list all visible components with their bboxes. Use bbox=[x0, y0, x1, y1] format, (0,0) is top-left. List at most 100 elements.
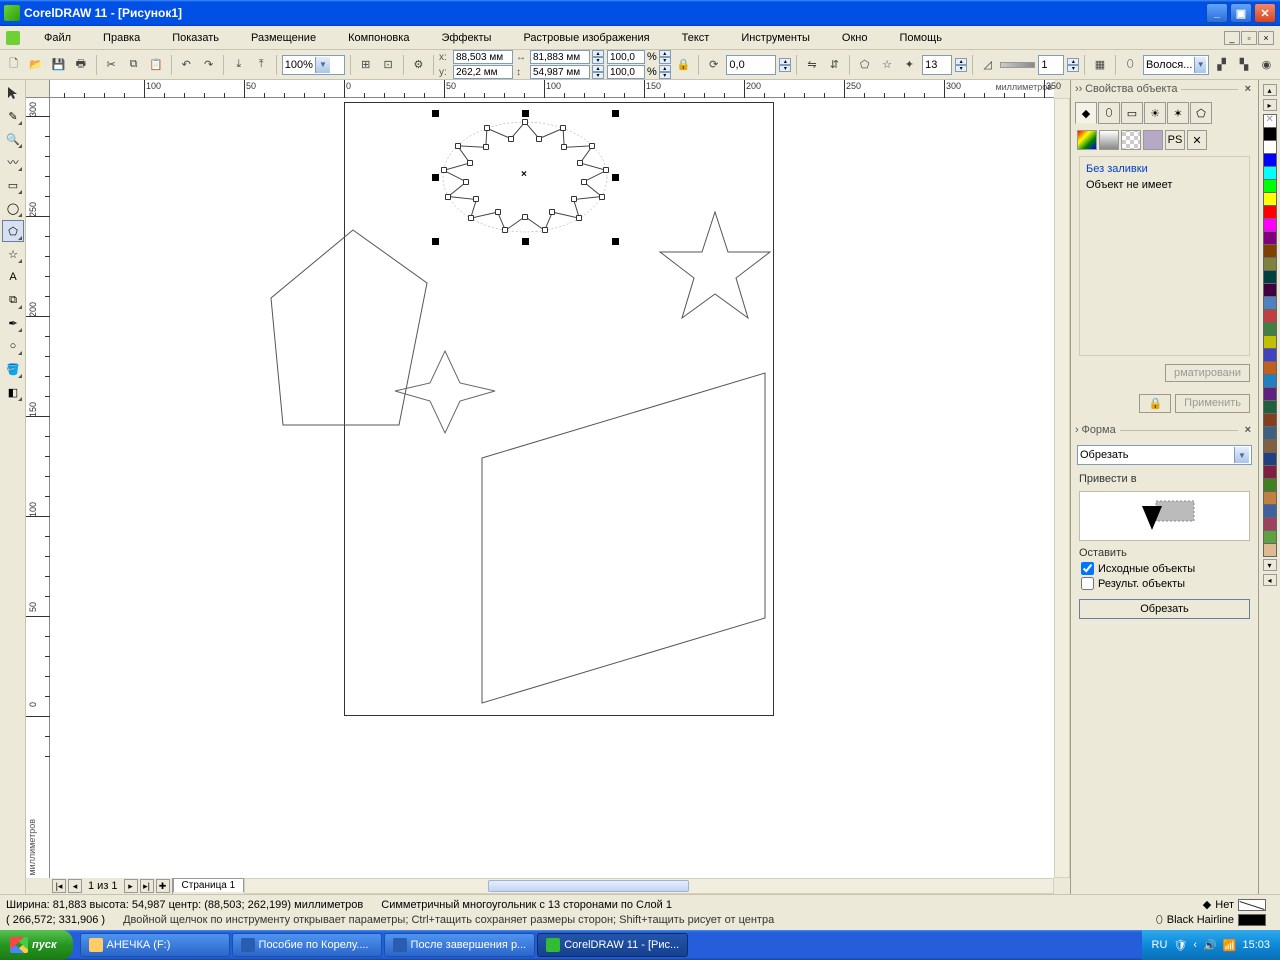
ruler-horizontal[interactable]: миллиметров 10050050100150200250300350 bbox=[50, 80, 1054, 98]
export-icon[interactable]: ⤒ bbox=[252, 54, 271, 76]
to-front-icon[interactable]: ▞ bbox=[1212, 54, 1231, 76]
redo-icon[interactable]: ↷ bbox=[199, 54, 218, 76]
mirror-h-icon[interactable]: ⇋ bbox=[802, 54, 821, 76]
color-swatch[interactable] bbox=[1263, 400, 1277, 414]
horizontal-scrollbar[interactable] bbox=[244, 878, 1054, 894]
interactive-fill-tool[interactable]: ◧ bbox=[2, 381, 24, 403]
star2-icon[interactable]: ✦ bbox=[900, 54, 919, 76]
star-icon[interactable]: ☆ bbox=[877, 54, 896, 76]
vertical-scrollbar[interactable] bbox=[1054, 98, 1070, 878]
color-swatch[interactable] bbox=[1263, 543, 1277, 557]
color-swatch[interactable] bbox=[1263, 296, 1277, 310]
sharpness-input[interactable] bbox=[1038, 55, 1064, 75]
add-page-button[interactable]: ✚ bbox=[156, 879, 170, 893]
menu-help[interactable]: Помощь bbox=[883, 29, 958, 47]
color-swatch[interactable] bbox=[1263, 309, 1277, 323]
tab-fill[interactable]: ◆ bbox=[1075, 102, 1097, 124]
snap-icon[interactable]: ⊞ bbox=[356, 54, 375, 76]
pick-tool[interactable] bbox=[2, 82, 24, 104]
tab-internet[interactable]: ✶ bbox=[1167, 102, 1189, 124]
start-button[interactable]: пуск bbox=[0, 930, 73, 960]
rotation-input[interactable] bbox=[726, 55, 776, 75]
snap2-icon[interactable]: ⊡ bbox=[378, 54, 397, 76]
menu-arrange[interactable]: Компоновка bbox=[332, 29, 425, 47]
print-icon[interactable]: 🖶 bbox=[71, 54, 90, 76]
color-swatch[interactable] bbox=[1263, 270, 1277, 284]
tray-icon-1[interactable]: 🛡 bbox=[1173, 939, 1187, 952]
first-page-button[interactable]: |◂ bbox=[52, 879, 66, 893]
polygon-icon[interactable]: ⬠ bbox=[855, 54, 874, 76]
last-page-button[interactable]: ▸| bbox=[140, 879, 154, 893]
lock-ratio-icon[interactable]: 🔒 bbox=[674, 54, 693, 76]
color-swatch[interactable] bbox=[1263, 348, 1277, 362]
apply-button[interactable]: Применить bbox=[1175, 394, 1250, 413]
tab-outline[interactable]: ⬯ bbox=[1098, 102, 1120, 124]
menu-view[interactable]: Показать bbox=[156, 29, 235, 47]
color-swatch[interactable] bbox=[1263, 218, 1277, 232]
convert-icon[interactable]: ◉ bbox=[1257, 54, 1276, 76]
color-swatch[interactable] bbox=[1263, 374, 1277, 388]
color-swatch[interactable] bbox=[1263, 465, 1277, 479]
to-back-icon[interactable]: ▚ bbox=[1234, 54, 1253, 76]
color-swatch[interactable] bbox=[1263, 244, 1277, 258]
color-swatch[interactable] bbox=[1263, 140, 1277, 154]
tray-icon-3[interactable]: 🔊 bbox=[1203, 939, 1217, 952]
ellipse-tool[interactable]: ◯ bbox=[2, 197, 24, 219]
paste-icon[interactable]: 📋 bbox=[146, 54, 165, 76]
outline-combo[interactable]: Волося...▼ bbox=[1143, 55, 1209, 75]
menu-edit[interactable]: Правка bbox=[87, 29, 156, 47]
y-input[interactable] bbox=[453, 65, 513, 79]
text-tool[interactable]: A bbox=[2, 266, 24, 288]
mdi-restore-button[interactable]: ▫ bbox=[1241, 31, 1257, 45]
fill-color-btn[interactable] bbox=[1077, 130, 1097, 150]
fill-tool[interactable]: 🪣 bbox=[2, 358, 24, 380]
mdi-minimize-button[interactable]: _ bbox=[1224, 31, 1240, 45]
color-swatch[interactable] bbox=[1263, 413, 1277, 427]
task-2[interactable]: Пособие по Корелу.... bbox=[232, 933, 382, 957]
cut-icon[interactable]: ✂ bbox=[101, 54, 120, 76]
color-swatch[interactable] bbox=[1263, 153, 1277, 167]
palette-expand-button[interactable]: ◂ bbox=[1263, 574, 1277, 586]
color-swatch[interactable] bbox=[1263, 426, 1277, 440]
color-swatch[interactable] bbox=[1263, 166, 1277, 180]
w-input[interactable] bbox=[530, 50, 590, 64]
canvas[interactable]: × bbox=[50, 98, 1054, 878]
color-swatch[interactable] bbox=[1263, 387, 1277, 401]
fill-none-btn[interactable]: ✕ bbox=[1187, 130, 1207, 150]
task-1[interactable]: АНЕЧКА (F:) bbox=[80, 933, 230, 957]
status-fill-swatch[interactable] bbox=[1238, 899, 1266, 911]
freehand-tool[interactable]: 〰 bbox=[2, 151, 24, 173]
shape-tool[interactable]: ✎ bbox=[2, 105, 24, 127]
tray-icon-4[interactable]: 📶 bbox=[1223, 939, 1237, 952]
color-swatch[interactable] bbox=[1263, 478, 1277, 492]
swatch-none[interactable] bbox=[1263, 114, 1277, 128]
menu-bitmaps[interactable]: Растровые изображения bbox=[507, 29, 665, 47]
menu-effects[interactable]: Эффекты bbox=[425, 29, 507, 47]
polygon-tool[interactable]: ⬠ bbox=[2, 220, 24, 242]
menu-text[interactable]: Текст bbox=[666, 29, 726, 47]
copy-icon[interactable]: ⧉ bbox=[124, 54, 143, 76]
shape-op-combo[interactable]: Обрезать▼ bbox=[1077, 445, 1252, 465]
task-4[interactable]: CorelDRAW 11 - [Рис... bbox=[537, 933, 688, 957]
new-icon[interactable]: 🗋 bbox=[4, 54, 23, 76]
color-swatch[interactable] bbox=[1263, 530, 1277, 544]
status-outline-swatch[interactable] bbox=[1238, 914, 1266, 926]
color-swatch[interactable] bbox=[1263, 452, 1277, 466]
close-docker-button[interactable]: × bbox=[1242, 83, 1254, 95]
fill-texture-btn[interactable] bbox=[1143, 130, 1163, 150]
trim-button[interactable]: Обрезать bbox=[1079, 599, 1250, 619]
h-input[interactable] bbox=[530, 65, 590, 79]
zoom-combo[interactable]: 100%▼ bbox=[282, 55, 345, 75]
ruler-vertical[interactable]: миллиметров 050100150200250300 bbox=[26, 98, 50, 878]
palette-down-button[interactable]: ▾ bbox=[1263, 559, 1277, 571]
undo-icon[interactable]: ↶ bbox=[176, 54, 195, 76]
tab-shape[interactable]: ▭ bbox=[1121, 102, 1143, 124]
menu-window[interactable]: Окно bbox=[826, 29, 884, 47]
fill-fountain-btn[interactable] bbox=[1099, 130, 1119, 150]
sharpness-slider[interactable] bbox=[1000, 62, 1035, 68]
zoom-tool[interactable]: 🔍 bbox=[2, 128, 24, 150]
sx-input[interactable] bbox=[607, 50, 645, 64]
save-icon[interactable]: 💾 bbox=[49, 54, 68, 76]
x-input[interactable] bbox=[453, 50, 513, 64]
menu-layout[interactable]: Размещение bbox=[235, 29, 332, 47]
